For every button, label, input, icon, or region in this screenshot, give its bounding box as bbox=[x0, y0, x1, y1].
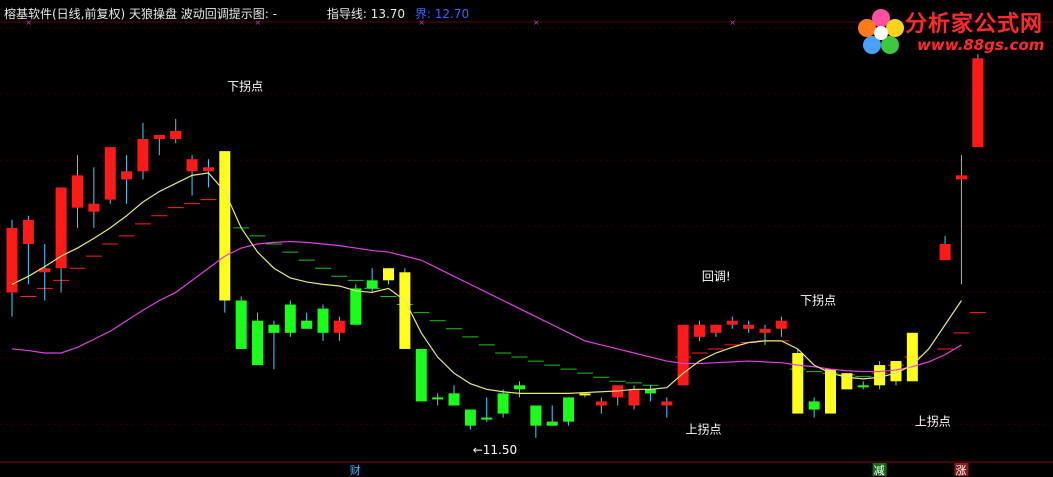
candle-body bbox=[972, 58, 984, 148]
guide-line-value: 指导线: 13.70 bbox=[326, 7, 406, 21]
candle-body bbox=[775, 320, 787, 329]
candle-body bbox=[88, 203, 100, 212]
candle-body bbox=[333, 320, 345, 333]
bottom-marker: 财 bbox=[350, 463, 361, 477]
candle-body bbox=[792, 353, 804, 414]
candle-body bbox=[284, 304, 296, 333]
candle-body bbox=[563, 397, 575, 422]
bottom-marker: 涨 bbox=[955, 464, 966, 477]
candle-body bbox=[186, 159, 198, 172]
candle-body bbox=[759, 328, 771, 333]
chart-annotation: 上拐点 bbox=[686, 422, 722, 437]
top-marker: × bbox=[729, 18, 736, 27]
candle-body bbox=[808, 401, 820, 410]
candle-body bbox=[432, 397, 444, 400]
flower-icon bbox=[858, 9, 904, 54]
candle-body bbox=[104, 147, 116, 200]
chart-annotation: ←11.50 bbox=[473, 443, 517, 457]
candle-body bbox=[497, 393, 509, 414]
candle-body bbox=[399, 272, 411, 349]
candle-body bbox=[644, 389, 656, 394]
chart-annotation: 下拐点 bbox=[227, 79, 263, 94]
candle-body bbox=[513, 385, 525, 390]
candle-body bbox=[595, 401, 607, 406]
candle-body bbox=[153, 135, 165, 140]
chart-annotation: 回调! bbox=[702, 269, 731, 283]
candle-body bbox=[955, 175, 967, 180]
candle-body bbox=[170, 130, 182, 140]
candle-body bbox=[252, 320, 264, 366]
candlestick-chart: 下拐点回调!下拐点上拐点上拐点←11.50 × × × × ×财减涨 bbox=[0, 0, 1053, 477]
candle-body bbox=[137, 139, 149, 172]
candle-body bbox=[710, 324, 722, 333]
candle-body bbox=[202, 167, 214, 172]
bottom-marker: 减 bbox=[874, 464, 885, 477]
candle-body bbox=[235, 300, 247, 349]
candle-body bbox=[301, 320, 313, 329]
chart-annotation: 下拐点 bbox=[800, 293, 836, 308]
candle-body bbox=[366, 280, 378, 289]
candle-body bbox=[481, 417, 493, 420]
candle-body bbox=[350, 288, 362, 325]
bound-value: 界: 12.70 bbox=[414, 7, 470, 21]
candle-body bbox=[726, 320, 738, 325]
candle-body bbox=[841, 373, 853, 390]
candle-body bbox=[415, 348, 427, 402]
candle-body bbox=[579, 393, 591, 396]
candle-body bbox=[546, 421, 558, 426]
logo-name: 分析家公式网 bbox=[905, 12, 1044, 37]
chart-background bbox=[0, 0, 1053, 477]
candle-body bbox=[825, 369, 836, 414]
candle-body bbox=[448, 393, 460, 406]
chart-annotation: 上拐点 bbox=[915, 414, 951, 429]
chart-header: 榕基软件(日线,前复权) 天狼操盘 波动回调提示图: - 指导线: 13.70 … bbox=[4, 5, 475, 22]
top-marker: × bbox=[533, 18, 540, 27]
candle-body bbox=[661, 401, 673, 406]
candle-body bbox=[464, 409, 476, 426]
site-logo: 分析家公式网 www.88gs.com bbox=[853, 2, 1049, 60]
candle-body bbox=[939, 244, 951, 261]
logo-url: www.88gs.com bbox=[917, 36, 1045, 54]
candle-body bbox=[906, 332, 918, 382]
candle-body bbox=[694, 324, 706, 337]
candle-body bbox=[71, 175, 83, 208]
candle-body bbox=[857, 385, 869, 388]
candle-body bbox=[874, 365, 886, 386]
chart-grid bbox=[0, 0, 1053, 477]
candle-body bbox=[530, 405, 542, 426]
candle-body bbox=[219, 151, 231, 301]
candle-body bbox=[121, 171, 133, 180]
candle-body bbox=[22, 219, 34, 244]
candle-body bbox=[743, 324, 755, 329]
chart-title: 榕基软件(日线,前复权) 天狼操盘 波动回调提示图: - bbox=[4, 7, 277, 21]
candle-body bbox=[628, 389, 640, 406]
candle-body bbox=[383, 268, 395, 281]
candle-body bbox=[268, 324, 280, 333]
candle-body bbox=[317, 308, 329, 333]
